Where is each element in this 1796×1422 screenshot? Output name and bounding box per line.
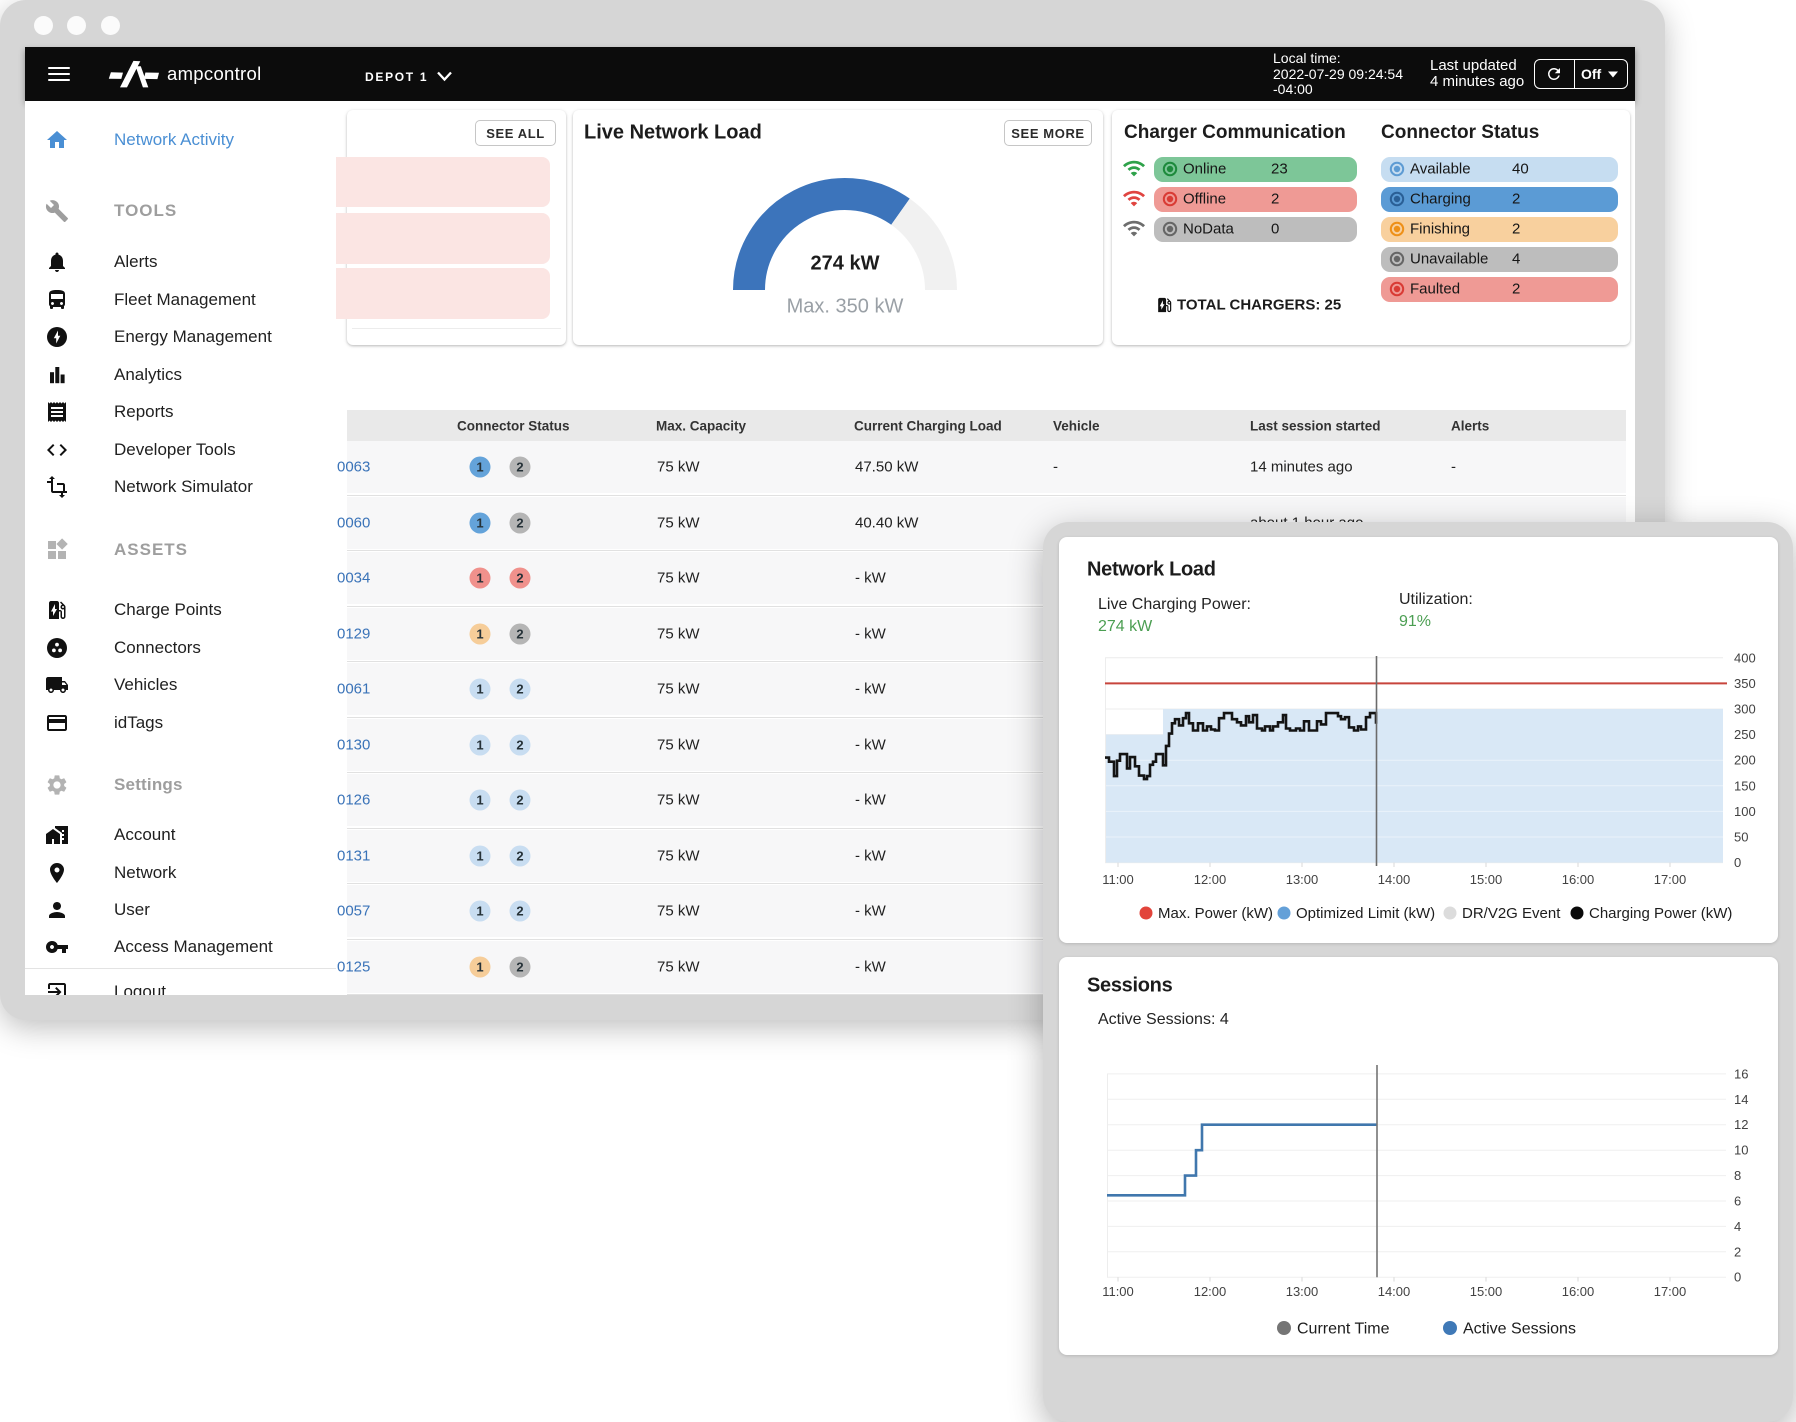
svg-text:17:00: 17:00 <box>1654 1284 1687 1299</box>
svg-text:2: 2 <box>1734 1244 1741 1259</box>
svg-text:16:00: 16:00 <box>1562 1284 1595 1299</box>
svg-text:400: 400 <box>1734 650 1756 665</box>
svg-text:16:00: 16:00 <box>1562 872 1595 887</box>
svg-text:12:00: 12:00 <box>1194 1284 1227 1299</box>
svg-text:250: 250 <box>1734 727 1756 742</box>
svg-text:11:00: 11:00 <box>1102 1284 1134 1299</box>
svg-text:16: 16 <box>1734 1066 1748 1081</box>
svg-text:300: 300 <box>1734 702 1756 717</box>
svg-text:Current Time: Current Time <box>1297 1321 1390 1338</box>
svg-text:100: 100 <box>1734 804 1756 819</box>
svg-text:4: 4 <box>1734 1219 1741 1234</box>
svg-text:DR/V2G Event: DR/V2G Event <box>1462 905 1561 922</box>
svg-text:14:00: 14:00 <box>1378 1284 1411 1299</box>
svg-text:11:00: 11:00 <box>1102 872 1134 887</box>
svg-text:Max. Power (kW): Max. Power (kW) <box>1158 905 1273 922</box>
svg-text:0: 0 <box>1734 855 1741 870</box>
svg-text:50: 50 <box>1734 830 1748 845</box>
svg-text:14: 14 <box>1734 1092 1748 1107</box>
svg-text:150: 150 <box>1734 778 1756 793</box>
svg-text:350: 350 <box>1734 676 1756 691</box>
svg-text:13:00: 13:00 <box>1286 1284 1319 1299</box>
svg-text:Active Sessions: Active Sessions <box>1463 1321 1576 1338</box>
svg-text:14:00: 14:00 <box>1378 872 1411 887</box>
svg-text:Optimized Limit (kW): Optimized Limit (kW) <box>1296 905 1435 922</box>
svg-text:15:00: 15:00 <box>1470 872 1503 887</box>
svg-text:13:00: 13:00 <box>1286 872 1319 887</box>
svg-text:200: 200 <box>1734 753 1756 768</box>
svg-text:0: 0 <box>1734 1270 1741 1285</box>
svg-text:6: 6 <box>1734 1194 1741 1209</box>
svg-text:17:00: 17:00 <box>1654 872 1687 887</box>
svg-text:12: 12 <box>1734 1117 1748 1132</box>
svg-text:10: 10 <box>1734 1143 1748 1158</box>
svg-text:12:00: 12:00 <box>1194 872 1227 887</box>
svg-text:Charging Power (kW): Charging Power (kW) <box>1589 905 1732 922</box>
svg-text:8: 8 <box>1734 1168 1741 1183</box>
svg-text:15:00: 15:00 <box>1470 1284 1503 1299</box>
